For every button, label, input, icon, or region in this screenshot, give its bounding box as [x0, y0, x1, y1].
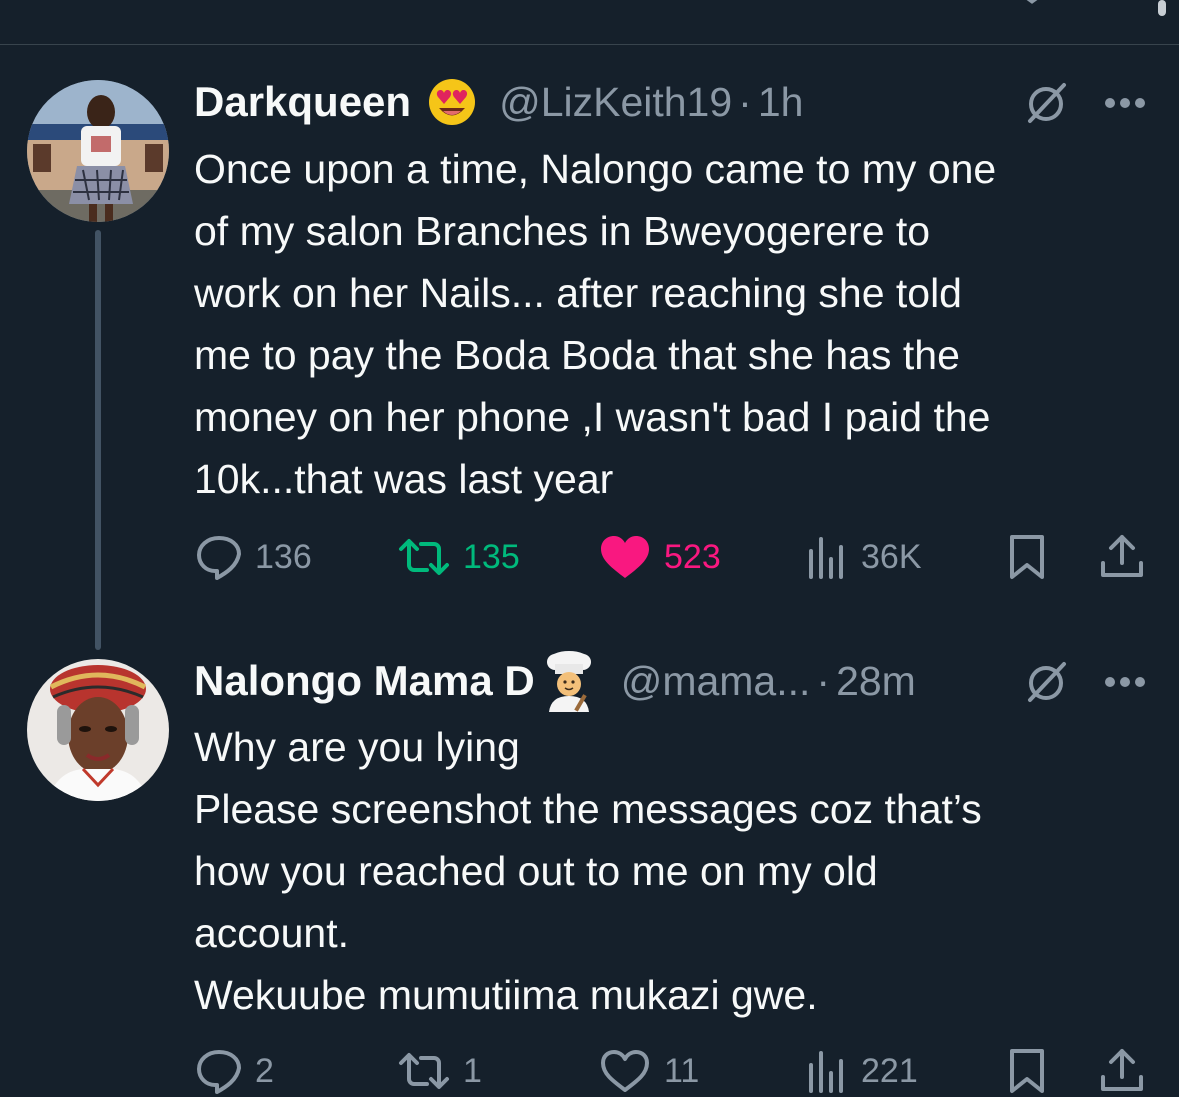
tweet-text-line: me to pay the Boda Boda that she has the	[194, 332, 960, 378]
thread-line	[95, 230, 101, 650]
tweet-text-line: of my salon Branches in Bweyogerere to	[194, 208, 931, 254]
reply-button[interactable]: 2	[195, 1046, 274, 1096]
tweet-text-line: how you reached out to me on my old	[194, 848, 878, 894]
handle[interactable]: @mama...	[621, 658, 811, 705]
tweet-text-line: 10k...that was last year	[194, 456, 614, 502]
views-chart-icon	[809, 537, 843, 579]
bookmark-icon	[1010, 1049, 1044, 1093]
reply-count: 2	[255, 1051, 274, 1090]
separator-dot: ·	[738, 78, 752, 125]
share-icon	[1101, 1049, 1143, 1091]
heart-filled-icon	[601, 536, 649, 578]
tweet-actions: 2 1 11 221	[0, 1046, 1179, 1096]
tweet-text-line: account.	[194, 910, 349, 956]
views-chart-icon	[809, 1051, 843, 1093]
more-options-icon[interactable]	[1103, 675, 1147, 689]
tweet-text-line: work on her Nails... after reaching she …	[194, 270, 962, 316]
share-button[interactable]	[1099, 532, 1145, 582]
reply-button[interactable]: 136	[195, 532, 312, 582]
chef-emoji-icon	[541, 650, 597, 712]
tweet-text-line: money on her phone ,I wasn't bad I paid …	[194, 394, 991, 440]
tweet-header: Darkqueen @LizKeith19 · 1h	[194, 77, 803, 127]
views-count: 36K	[861, 537, 922, 576]
views-button[interactable]: 36K	[805, 532, 922, 582]
retweet-icon	[399, 1053, 449, 1089]
retweet-button[interactable]: 1	[397, 1046, 482, 1096]
display-name[interactable]: Nalongo Mama D	[194, 657, 535, 705]
divider	[0, 44, 1179, 45]
tweet-text-line: Once upon a time, Nalongo came to my one	[194, 146, 997, 192]
handle[interactable]: @LizKeith19	[499, 79, 732, 126]
bookmark-button[interactable]	[1007, 532, 1047, 582]
grok-icon[interactable]	[1024, 80, 1070, 126]
tweet-header: Nalongo Mama D @mama... · 28m	[194, 651, 916, 712]
like-count: 11	[664, 1051, 700, 1090]
share-icon	[1101, 535, 1143, 577]
like-button[interactable]: 11	[598, 1046, 699, 1096]
tweet-text-line: Why are you lying	[194, 724, 520, 770]
tweet-actions: 136 135 523 36K	[0, 532, 1179, 582]
heart-outline-icon	[601, 1050, 649, 1092]
timestamp[interactable]: 28m	[836, 658, 916, 705]
reply-icon	[197, 536, 241, 580]
retweet-count: 1	[463, 1051, 482, 1090]
bookmark-icon	[1010, 535, 1044, 579]
reply-icon	[197, 1050, 241, 1094]
tweet-text-line: Wekuube mumutiima mukazi gwe.	[194, 972, 818, 1018]
retweet-count: 135	[463, 537, 520, 576]
avatar-nalongo[interactable]	[27, 659, 169, 801]
display-name[interactable]: Darkqueen	[194, 78, 411, 126]
tweet-text: Once upon a time, Nalongo came to my one…	[194, 138, 1154, 510]
reply-count: 136	[255, 537, 312, 576]
bookmark-button[interactable]	[1007, 1046, 1047, 1096]
views-count: 221	[861, 1051, 918, 1090]
retweet-button[interactable]: 135	[397, 532, 520, 582]
more-options-icon[interactable]	[1103, 96, 1147, 110]
timestamp[interactable]: 1h	[758, 79, 804, 126]
scrollbar-thumb[interactable]	[1158, 0, 1166, 16]
separator-dot: ·	[816, 657, 831, 704]
grok-icon[interactable]	[1024, 659, 1070, 705]
tweet-text-line: Please screenshot the messages coz that’…	[194, 786, 982, 832]
like-count: 523	[664, 537, 721, 576]
like-button[interactable]: 523	[598, 532, 721, 582]
heart-eyes-emoji-icon	[425, 77, 479, 127]
views-button[interactable]: 221	[805, 1046, 918, 1096]
share-button[interactable]	[1099, 1046, 1145, 1096]
avatar-darkqueen[interactable]	[27, 80, 169, 222]
tweet-text: Why are you lying Please screenshot the …	[194, 716, 1154, 1026]
retweet-icon	[399, 539, 449, 575]
chevron-up-icon[interactable]	[1012, 0, 1052, 8]
